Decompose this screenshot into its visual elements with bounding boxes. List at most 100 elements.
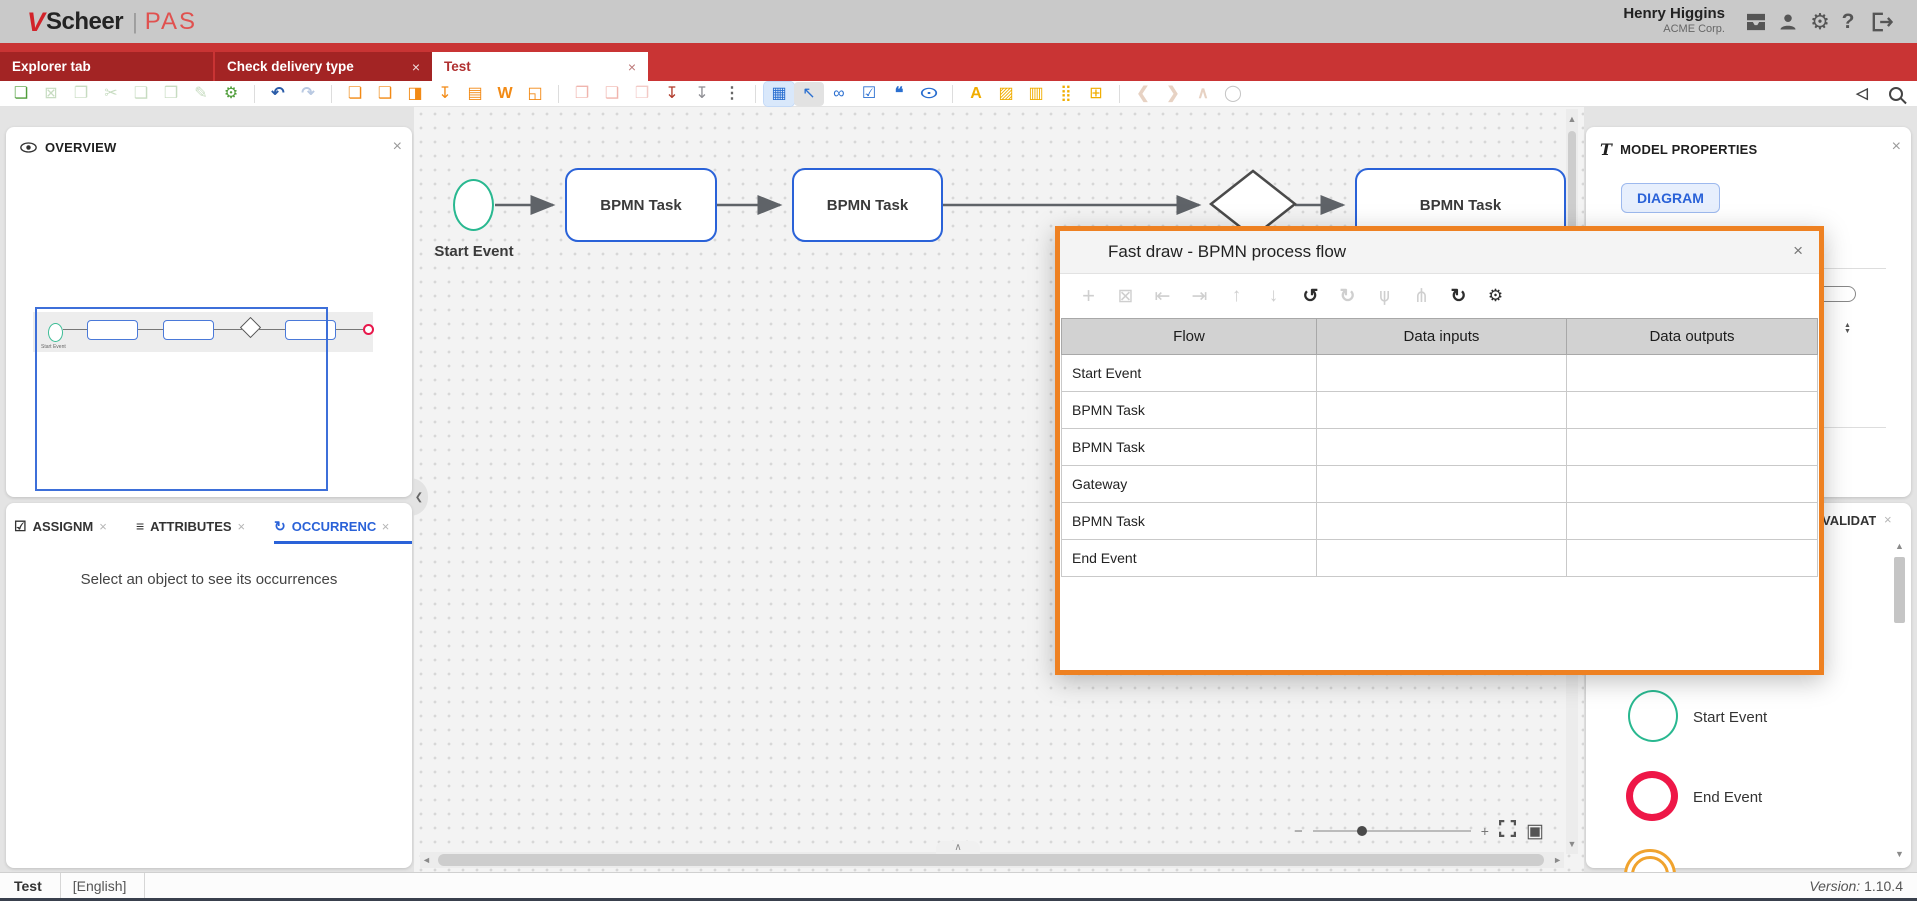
undo-icon[interactable]: ↶ xyxy=(263,82,293,106)
indent-icon[interactable]: ⇥ xyxy=(1181,285,1218,308)
column-header-data-outputs[interactable]: Data outputs xyxy=(1567,319,1818,355)
export-model-icon[interactable]: ❏ xyxy=(340,82,370,106)
flow-cell[interactable]: BPMN Task xyxy=(1062,392,1317,429)
multi-select-icon[interactable]: ☑ xyxy=(854,82,884,106)
canvas-horizontal-scrollbar[interactable]: ◄ ► xyxy=(420,852,1564,868)
inbox-tray-icon[interactable] xyxy=(1743,9,1769,35)
zoom-slider[interactable] xyxy=(1313,830,1471,832)
data-outputs-cell[interactable] xyxy=(1567,503,1818,540)
scroll-down-icon[interactable]: ▼ xyxy=(1893,847,1906,861)
data-outputs-cell[interactable] xyxy=(1567,540,1818,577)
close-tab-icon[interactable]: × xyxy=(412,59,420,75)
paste-link-icon[interactable]: ❑ xyxy=(597,82,627,106)
move-down-icon[interactable]: ↓ xyxy=(1255,285,1292,307)
tab-occurrences[interactable]: ↻ OCCURRENC × xyxy=(274,511,404,541)
tab-attributes[interactable]: ≡ ATTRIBUTES × xyxy=(136,511,264,541)
table-row[interactable]: BPMN Task xyxy=(1062,503,1818,540)
data-outputs-cell[interactable] xyxy=(1567,466,1818,503)
scroll-up-icon[interactable]: ▲ xyxy=(1566,112,1578,126)
column-header-flow[interactable]: Flow xyxy=(1062,319,1317,355)
nav-up-icon[interactable]: ∧ xyxy=(1188,82,1218,106)
scroll-up-icon[interactable]: ▲ xyxy=(1893,539,1906,553)
logout-icon[interactable] xyxy=(1869,9,1895,35)
collapse-sidebar-icon[interactable]: ◁ xyxy=(1847,82,1877,106)
branch-icon[interactable]: ⋔ xyxy=(1366,285,1403,308)
help-icon[interactable]: ? xyxy=(1835,9,1861,35)
edit-pencil-icon[interactable]: ✎ xyxy=(186,82,216,106)
scroll-down-icon[interactable]: ▼ xyxy=(1566,837,1578,851)
start-event-shape[interactable] xyxy=(453,179,494,231)
flow-cell[interactable]: Gateway xyxy=(1062,466,1317,503)
bpmn-task-2[interactable]: BPMN Task xyxy=(792,168,943,242)
bpmn-task-1[interactable]: BPMN Task xyxy=(565,168,717,242)
diagram-button[interactable]: DIAGRAM xyxy=(1621,183,1720,213)
table-row[interactable]: Gateway xyxy=(1062,466,1818,503)
flip-icon[interactable]: ◨ xyxy=(400,82,430,106)
export-report-icon[interactable]: ❑ xyxy=(370,82,400,106)
table-row[interactable]: End Event xyxy=(1062,540,1818,577)
flow-cell[interactable]: Start Event xyxy=(1062,355,1317,392)
pin-red-icon[interactable]: ↧ xyxy=(657,82,687,106)
grid-view-icon[interactable]: ▦ xyxy=(764,82,794,106)
table-row[interactable]: BPMN Task xyxy=(1062,429,1818,466)
palette-end-event[interactable] xyxy=(1626,771,1678,821)
copy-link-icon[interactable]: ❐ xyxy=(567,82,597,106)
close-dialog-icon[interactable]: × xyxy=(1793,241,1803,261)
palette-start-event[interactable] xyxy=(1628,690,1678,742)
tab-test[interactable]: Test × xyxy=(432,52,648,81)
zoom-in-icon[interactable]: + xyxy=(1481,823,1489,839)
scroll-left-icon[interactable]: ◄ xyxy=(422,853,431,867)
close-tab-icon[interactable]: × xyxy=(1884,512,1892,527)
dialog-header[interactable]: Fast draw - BPMN process flow × xyxy=(1060,231,1819,274)
column-header-data-inputs[interactable]: Data inputs xyxy=(1317,319,1567,355)
nav-right-icon[interactable]: ❯ xyxy=(1158,82,1188,106)
fit-screen-icon[interactable] xyxy=(1499,820,1516,842)
status-language[interactable]: [English] xyxy=(61,878,145,894)
print-icon[interactable]: ▤ xyxy=(460,82,490,106)
tab-validation[interactable]: VALIDAT xyxy=(1822,513,1876,528)
data-inputs-cell[interactable] xyxy=(1317,466,1567,503)
close-panel-icon[interactable]: × xyxy=(1892,138,1901,156)
redo-icon[interactable]: ↻ xyxy=(1329,285,1366,308)
panel-scrollbar[interactable]: ▲ ▼ xyxy=(1893,539,1906,865)
columns-icon[interactable]: ▥ xyxy=(1021,82,1051,106)
tab-check-delivery-type[interactable]: Check delivery type × xyxy=(215,52,432,81)
insert-table-icon[interactable]: ⊞ xyxy=(1081,82,1111,106)
settings-gear-icon[interactable]: ⚙ xyxy=(1807,9,1833,35)
user-account-icon[interactable] xyxy=(1775,9,1801,35)
move-up-icon[interactable]: ↑ xyxy=(1218,285,1255,307)
stepper-icon[interactable]: ▲▼ xyxy=(1844,323,1851,335)
fit-selection-icon[interactable]: ▣ xyxy=(1526,823,1544,840)
undo-icon[interactable]: ↺ xyxy=(1292,285,1329,308)
table-row[interactable]: Start Event xyxy=(1062,355,1818,392)
data-inputs-cell[interactable] xyxy=(1317,503,1567,540)
close-tab-icon[interactable]: × xyxy=(382,519,390,534)
image-icon[interactable]: ▨ xyxy=(991,82,1021,106)
settings-icon[interactable]: ⚙ xyxy=(1477,286,1514,306)
tab-explorer[interactable]: Explorer tab xyxy=(0,52,213,81)
toggle-icon[interactable]: ⊙ xyxy=(906,82,953,106)
zoom-slider-thumb[interactable] xyxy=(1357,826,1367,836)
cut-icon[interactable]: ✂ xyxy=(96,82,126,106)
find-replace-icon[interactable]: ∞ xyxy=(824,82,854,106)
close-tab-icon[interactable]: × xyxy=(99,519,107,534)
close-tab-icon[interactable]: × xyxy=(628,59,636,75)
close-tab-icon[interactable]: × xyxy=(238,519,246,534)
data-inputs-cell[interactable] xyxy=(1317,392,1567,429)
delete-icon[interactable]: ⊠ xyxy=(36,82,66,106)
merge-icon[interactable]: ⋔ xyxy=(1403,285,1440,308)
paste-special-icon[interactable]: ❒ xyxy=(156,82,186,106)
font-icon[interactable]: A xyxy=(961,82,991,106)
copy-icon[interactable]: ❐ xyxy=(66,82,96,106)
clear-icon[interactable]: ◯ xyxy=(1218,82,1248,106)
pin-icon[interactable]: ↧ xyxy=(430,82,460,106)
search-icon[interactable] xyxy=(1889,87,1903,101)
data-inputs-cell[interactable] xyxy=(1317,355,1567,392)
crop-icon[interactable]: ◱ xyxy=(520,82,550,106)
zoom-out-icon[interactable]: − xyxy=(1294,823,1303,840)
data-outputs-cell[interactable] xyxy=(1567,429,1818,466)
close-panel-icon[interactable]: × xyxy=(393,138,402,156)
model-settings-icon[interactable]: ⚙ xyxy=(216,82,246,106)
redo-icon[interactable]: ↷ xyxy=(293,82,323,106)
more-options-icon[interactable]: ⋮ xyxy=(717,82,747,106)
